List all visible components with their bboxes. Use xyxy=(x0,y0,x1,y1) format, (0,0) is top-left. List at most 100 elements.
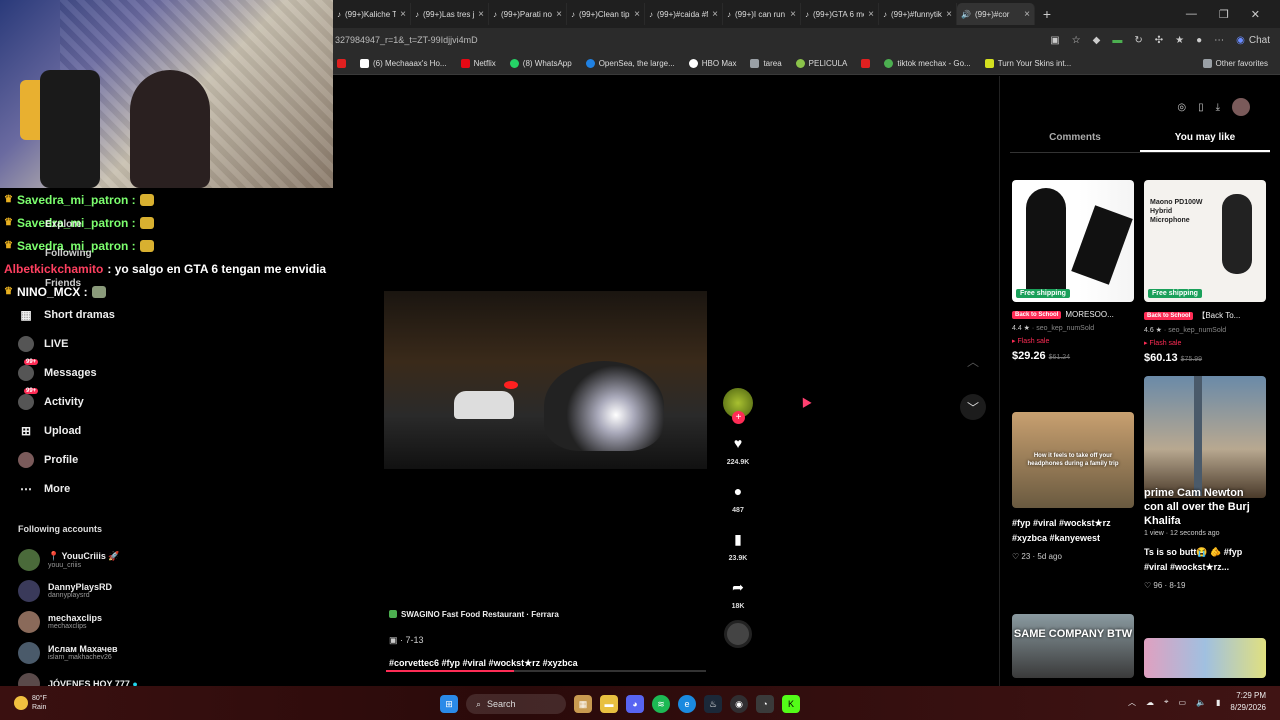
onedrive-icon[interactable]: ☁ xyxy=(1146,698,1154,707)
restore-icon[interactable]: ❐ xyxy=(1219,8,1229,21)
minimize-icon[interactable]: — xyxy=(1186,8,1197,21)
previous-video-button[interactable]: ︿ xyxy=(960,348,986,374)
tab-you-may-like[interactable]: You may like xyxy=(1140,132,1270,152)
bookmark[interactable]: tarea xyxy=(750,58,782,68)
weather-widget[interactable]: 80°F Rain xyxy=(0,694,47,712)
nav-profile[interactable]: Profile xyxy=(0,445,333,474)
video-card[interactable]: prime Cam Newton con all over the Burj K… xyxy=(1144,376,1266,590)
copilot-chat-button[interactable]: ◉ Chat xyxy=(1236,35,1270,46)
nav-friends[interactable]: Friends xyxy=(45,278,81,289)
bookmark[interactable]: Turn Your Skins int... xyxy=(984,58,1071,68)
close-tab-icon[interactable]: × xyxy=(790,9,796,20)
profile-avatar-icon[interactable]: ● xyxy=(1196,35,1202,46)
followed-account[interactable]: 📍 YouuCriiis 🚀 youu_criiis xyxy=(18,544,218,575)
video-caption[interactable]: #corvettec6 #fyp #viral #wockst★rz #xyzb… xyxy=(389,658,709,669)
compass-icon[interactable]: ◎ xyxy=(1177,102,1186,113)
bookmark[interactable]: OpenSea, the large... xyxy=(585,58,675,68)
refresh-extension-icon[interactable]: ↻ xyxy=(1134,35,1142,46)
share-action[interactable]: ➦ 18K xyxy=(727,576,749,611)
follow-plus-icon[interactable]: + xyxy=(732,411,745,424)
close-window-icon[interactable]: ✕ xyxy=(1251,8,1260,21)
browser-tab[interactable]: ♪ (99+)GTA 6 me × xyxy=(801,3,879,25)
obs-icon[interactable]: ◉ xyxy=(730,695,748,713)
browser-tab[interactable]: ♪ (99+)Parati no × xyxy=(489,3,567,25)
like-action[interactable]: ♥ 224.9K xyxy=(727,432,750,466)
nav-upload[interactable]: ⊞ Upload xyxy=(0,416,333,445)
music-disc-icon[interactable] xyxy=(724,620,752,648)
new-tab-button[interactable]: + xyxy=(1035,6,1059,22)
creator-avatar[interactable]: + xyxy=(723,388,753,424)
followed-account[interactable]: DannyPlaysRD dannyplaysrd xyxy=(18,575,218,606)
save-action[interactable]: ▮ 23.9K xyxy=(727,528,749,563)
url-field[interactable]: 327984947_r=1&_t=ZT-99Idjjvi4mD xyxy=(335,35,1050,45)
discord-icon[interactable]: ◕ xyxy=(626,695,644,713)
followed-account[interactable]: mechaxclips mechaxclips xyxy=(18,606,218,637)
favorites-icon[interactable]: ★ xyxy=(1175,35,1184,46)
browser-tab[interactable]: ♪ (99+)Kaliche Ta × xyxy=(333,3,411,25)
heart-icon[interactable]: ♥ xyxy=(727,432,749,454)
close-tab-icon[interactable]: × xyxy=(556,9,562,20)
nav-activity[interactable]: 99+ Activity xyxy=(0,387,333,416)
bookmark[interactable]: Netflix xyxy=(460,58,496,68)
bookmark[interactable]: (6) Mechaaax's Ho... xyxy=(360,58,447,68)
bookmark[interactable]: tiktok mechax - Go... xyxy=(884,58,971,68)
battery-icon[interactable]: ▮ xyxy=(1216,698,1220,707)
taskbar-search[interactable]: ⌕ Search xyxy=(466,694,566,714)
favorite-star-icon[interactable]: ☆ xyxy=(1072,35,1081,46)
close-tab-icon[interactable]: × xyxy=(868,9,874,20)
close-tab-icon[interactable]: × xyxy=(400,9,406,20)
location-tray-icon[interactable]: ⌖ xyxy=(1164,697,1169,707)
speaker-icon[interactable]: 🔊 xyxy=(961,10,971,19)
comment-action[interactable]: ● 487 xyxy=(727,480,749,514)
bookmark[interactable]: HBO Max xyxy=(688,58,736,68)
file-explorer-icon[interactable]: ▬ xyxy=(600,695,618,713)
browser-tab-active[interactable]: 🔊 (99+)#cor × xyxy=(957,3,1035,25)
bookmark[interactable]: (8) WhatsApp xyxy=(509,58,572,68)
video-card[interactable]: SAME COMPANY BTW xyxy=(1012,614,1134,678)
bookmark[interactable] xyxy=(861,58,871,68)
browser-tab[interactable]: ♪ (99+)#caida #f × xyxy=(645,3,723,25)
nav-following[interactable]: Following xyxy=(45,248,92,259)
browser-tab[interactable]: ♪ (99+)#funnytik × xyxy=(879,3,957,25)
browser-tab[interactable]: ♪ (99+)Las tres ju × xyxy=(411,3,489,25)
extensions-puzzle-icon[interactable]: ✣ xyxy=(1155,35,1163,46)
chevron-up-icon[interactable]: ︿ xyxy=(1128,697,1136,708)
comment-icon[interactable]: ● xyxy=(727,480,749,502)
windows-start-icon[interactable]: ⊞ xyxy=(440,695,458,713)
kick-icon[interactable]: K xyxy=(782,695,800,713)
battery-extension-icon[interactable]: ▬ xyxy=(1112,35,1122,46)
edge-icon[interactable]: e xyxy=(678,695,696,713)
video-player[interactable] xyxy=(384,291,707,469)
close-tab-icon[interactable]: × xyxy=(634,9,640,20)
extension-icon[interactable]: ◆ xyxy=(1093,35,1101,46)
browser-tab[interactable]: ♪ (99+)Clean tips × xyxy=(567,3,645,25)
task-view-icon[interactable]: ▦ xyxy=(574,695,592,713)
browser-tab[interactable]: ♪ (99+)I can run × xyxy=(723,3,801,25)
nav-live[interactable]: LIVE xyxy=(0,329,333,358)
close-tab-icon[interactable]: × xyxy=(1024,9,1030,20)
video-card[interactable]: How it feels to take off your headphones… xyxy=(1012,412,1134,561)
close-tab-icon[interactable]: × xyxy=(712,9,718,20)
spotify-icon[interactable]: ≋ xyxy=(652,695,670,713)
product-card[interactable]: Free shipping Back to School MORESOO... 4… xyxy=(1012,180,1134,362)
close-tab-icon[interactable]: × xyxy=(478,9,484,20)
bookmark[interactable] xyxy=(337,58,346,68)
video-progress-bar[interactable] xyxy=(386,670,706,672)
user-avatar[interactable] xyxy=(1232,98,1250,116)
close-tab-icon[interactable]: × xyxy=(946,9,952,20)
tab-comments[interactable]: Comments xyxy=(1010,132,1140,152)
split-screen-icon[interactable]: ▣ xyxy=(1050,35,1059,46)
location-tag[interactable]: SWAGINO Fast Food Restaurant · Ferrara xyxy=(389,610,559,619)
nav-messages[interactable]: 99+ Messages xyxy=(0,358,333,387)
clock[interactable]: 7:29 PM 8/29/2026 xyxy=(1230,690,1266,714)
followed-account[interactable]: Ислам Махачев islam_makhachev26 xyxy=(18,637,218,668)
nav-more[interactable]: ⋯ More xyxy=(0,474,333,503)
speaker-icon[interactable]: 🔈 xyxy=(1196,698,1206,707)
menu-dots-icon[interactable]: ⋯ xyxy=(1214,35,1224,46)
bookmark-icon[interactable]: ▮ xyxy=(727,528,749,550)
bookmark[interactable]: PELICULA xyxy=(795,58,847,68)
other-favorites[interactable]: Other favorites xyxy=(1202,58,1280,68)
nav-explore[interactable]: Explore xyxy=(45,219,82,230)
device-icon[interactable]: ▯ xyxy=(1198,102,1204,113)
next-video-button[interactable]: ﹀ xyxy=(960,394,986,420)
